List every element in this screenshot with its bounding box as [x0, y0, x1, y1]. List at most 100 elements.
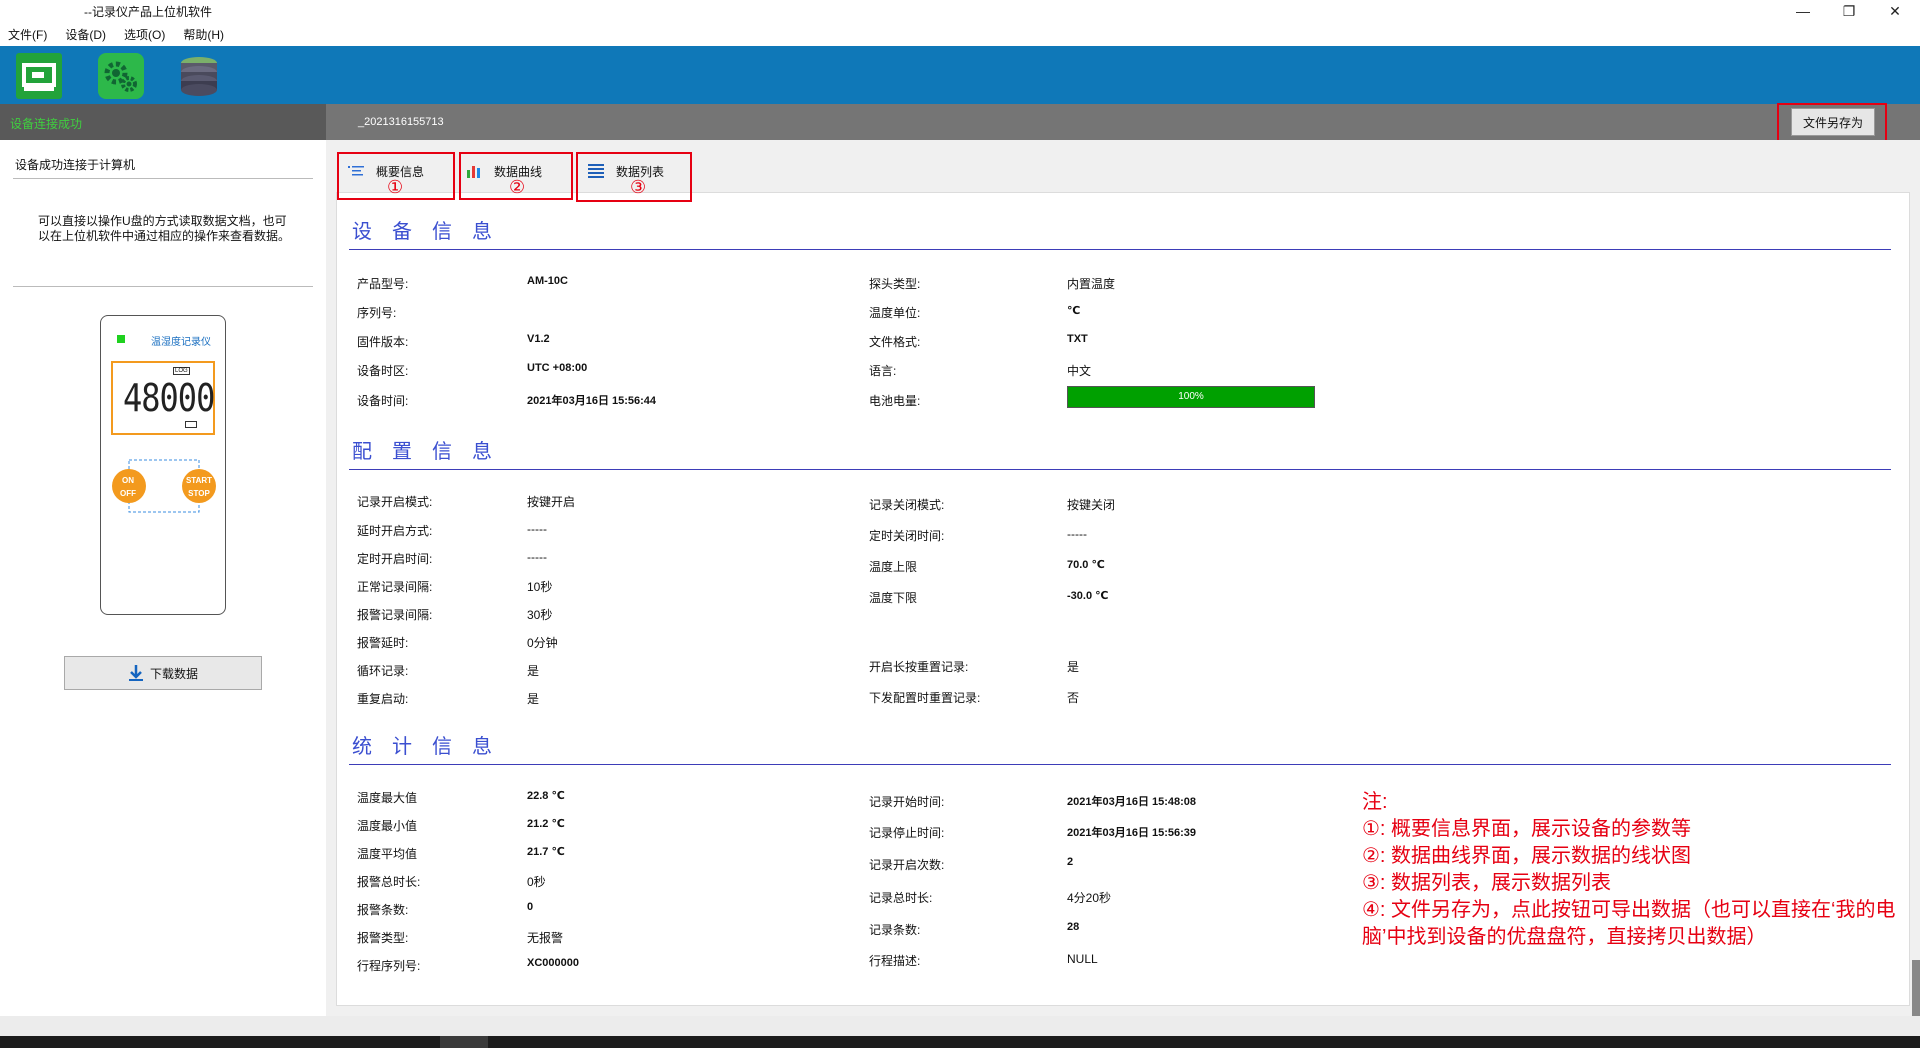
field-value: 10秒 [527, 580, 553, 594]
field-label: 下发配置时重置记录: [869, 691, 981, 705]
usb-icon [185, 421, 197, 428]
field-label: 记录条数: [869, 923, 921, 937]
field-label: 报警总时长: [357, 875, 421, 889]
device-buttons-art [112, 459, 216, 513]
device-icon [22, 63, 56, 91]
menu-device[interactable]: 设备(D) [65, 26, 106, 43]
field-value: 否 [1067, 691, 1080, 705]
start-label: START [185, 476, 213, 485]
connection-status: 设备连接成功 [0, 104, 326, 140]
field-label: 报警条数: [357, 903, 409, 917]
window-title: --记录仪产品上位机软件 [84, 5, 212, 19]
download-label: 下载数据 [149, 666, 198, 681]
field-value: 是 [527, 692, 540, 706]
field-label: 行程描述: [869, 954, 921, 968]
field-label: 电池电量: [869, 394, 921, 408]
bottom-strip [0, 1016, 1920, 1036]
field-value: 0分钟 [527, 636, 558, 650]
field-value: 21.7 ℃ [527, 846, 565, 858]
close-icon[interactable]: ✕ [1872, 0, 1918, 22]
field-label: 探头类型: [869, 277, 921, 291]
field-label: 报警记录间隔: [357, 608, 433, 622]
field-value: 0秒 [527, 875, 546, 889]
file-id: _2021316155713 [358, 116, 444, 128]
field-label: 记录开始时间: [869, 795, 945, 809]
field-label: 语言: [869, 364, 897, 378]
field-label: 定时开启时间: [357, 552, 433, 566]
field-value: 30秒 [527, 608, 553, 622]
field-value: 按键开启 [527, 495, 576, 509]
download-data-button[interactable]: 下载数据 [64, 656, 262, 690]
field-value: 中文 [1067, 364, 1092, 378]
field-value: 4分20秒 [1067, 891, 1112, 905]
section-divider [349, 764, 1891, 765]
device-display-value: 48000 [123, 375, 215, 421]
field-value: 2021年03月16日 15:48:08 [1067, 796, 1197, 808]
field-label: 记录总时长: [869, 891, 933, 905]
field-value: NULL [1067, 952, 1098, 966]
menu-help[interactable]: 帮助(H) [183, 26, 224, 43]
annotation-mark-1: ① [387, 177, 404, 197]
settings-button[interactable] [98, 53, 144, 99]
menu-bar: 文件(F) 设备(D) 选项(O) 帮助(H) [0, 22, 1920, 46]
field-value: 70.0 ℃ [1067, 559, 1105, 571]
field-label: 开启长按重置记录: [869, 660, 969, 674]
field-label: 记录开启模式: [357, 495, 433, 509]
field-label: 正常记录间隔: [357, 580, 433, 594]
off-label: OFF [120, 489, 136, 498]
scrollbar[interactable] [1912, 960, 1920, 1024]
field-value: 内置温度 [1067, 277, 1116, 291]
field-value: ----- [527, 550, 547, 564]
maximize-icon[interactable]: ❐ [1826, 0, 1872, 22]
annotation-mark-3: ③ [630, 177, 647, 197]
menu-options[interactable]: 选项(O) [124, 26, 165, 43]
database-button[interactable] [176, 53, 222, 99]
field-value: 2 [1067, 856, 1074, 868]
log-label: LOG [173, 367, 190, 375]
title-bar: --记录仪产品上位机软件 — ❐ ✕ [0, 0, 1920, 22]
field-value: -30.0 ℃ [1067, 590, 1109, 602]
field-value: 无报警 [527, 931, 564, 945]
field-value: 是 [527, 664, 540, 678]
field-label: 设备时区: [357, 364, 409, 378]
field-label: 温度单位: [869, 306, 921, 320]
stop-label: STOP [188, 489, 210, 498]
divider [13, 286, 313, 287]
section-title-config: 配置信息 [352, 441, 512, 463]
field-label: 温度平均值 [357, 847, 418, 861]
field-value: 21.2 ℃ [527, 818, 565, 830]
field-label: 报警延时: [357, 636, 409, 650]
connection-title: 设备成功连接于计算机 [15, 158, 136, 172]
field-label: 记录停止时间: [869, 826, 945, 840]
device-screen: LOG 48000 [111, 361, 215, 435]
field-label: 固件版本: [357, 335, 409, 349]
battery-bar: 100% [1067, 386, 1315, 408]
field-label: 行程序列号: [357, 959, 421, 973]
field-value: 0 [527, 901, 534, 913]
connect-device-button[interactable] [16, 53, 62, 99]
status-led [117, 335, 125, 343]
connection-description: 可以直接以操作U盘的方式读取数据文档，也可以在上位机软件中通过相应的操作来查看数… [38, 214, 291, 243]
field-value: 2021年03月16日 15:56:44 [527, 395, 657, 407]
note-line: ③: 数据列表，展示数据列表 [1362, 872, 1612, 894]
field-value: 22.8 ℃ [527, 790, 565, 802]
note-line: 注: [1362, 791, 1388, 813]
taskbar [0, 1036, 1920, 1048]
taskbar-active-item[interactable] [440, 1036, 488, 1048]
field-value: ----- [1067, 527, 1087, 541]
device-illustration: 温湿度记录仪 LOG 48000 ON OFF START STOP [100, 315, 226, 615]
field-label: 定时关闭时间: [869, 529, 945, 543]
annotation-note: 注: ①: 概要信息界面，展示设备的参数等 ②: 数据曲线界面，展示数据的线状图… [1362, 789, 1912, 951]
download-icon [128, 665, 143, 681]
field-value: TXT [1067, 333, 1088, 345]
field-label: 温度最大值 [357, 791, 418, 805]
field-label: 产品型号: [357, 277, 409, 291]
minimize-icon[interactable]: — [1780, 0, 1826, 22]
field-label: 延时开启方式: [357, 524, 433, 538]
field-value: V1.2 [527, 333, 550, 345]
menu-file[interactable]: 文件(F) [8, 26, 47, 43]
section-title-stats: 统计信息 [352, 736, 512, 758]
field-label: 循环记录: [357, 664, 409, 678]
field-label: 温度下限 [869, 591, 918, 605]
divider [13, 178, 313, 179]
